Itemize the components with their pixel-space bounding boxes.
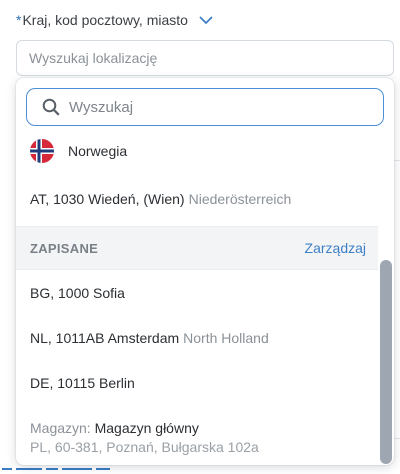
location-label-text: Kraj, kod pocztowy, miasto [22, 12, 188, 28]
dropdown-list: Norwegia AT, 1030 Wiedeń, (Wien) Niederö… [16, 130, 378, 465]
location-field-label: * Kraj, kod pocztowy, miasto [16, 12, 214, 28]
location-region-text: Niederösterreich [188, 191, 292, 207]
saved-location-item[interactable]: BG, 1000 Sofia [16, 270, 378, 315]
dropdown-search-input[interactable] [69, 95, 349, 119]
search-icon [41, 97, 61, 117]
saved-section-title: ZAPISANE [30, 240, 99, 256]
chevron-down-icon[interactable] [198, 12, 214, 28]
required-mark: * [16, 12, 22, 28]
warehouse-address: PL, 60-381, Poznań, Bułgarska 102a [30, 438, 259, 455]
scrollbar-thumb[interactable] [380, 260, 392, 464]
location-main-text: BG, 1000 Sofia [30, 284, 125, 301]
background-divider [394, 160, 400, 161]
location-main-text: NL, 1011AB Amsterdam [30, 329, 180, 346]
location-dropdown: Norwegia AT, 1030 Wiedeń, (Wien) Niederö… [16, 78, 394, 465]
list-item-norway[interactable]: Norwegia [16, 130, 378, 172]
saved-section-header: ZAPISANE Zarządzaj [16, 226, 378, 270]
dropdown-search-box[interactable] [26, 88, 384, 126]
list-item-location[interactable]: AT, 1030 Wiedeń, (Wien) Niederösterreich [16, 172, 378, 226]
warehouse-title: Magazyn: Magazyn główny [30, 420, 199, 436]
warehouse-name: Magazyn główny [94, 419, 199, 436]
warehouse-prefix: Magazyn: [30, 419, 91, 436]
location-main-text: AT, 1030 Wiedeń, (Wien) [30, 191, 185, 207]
saved-location-item[interactable]: NL, 1011AB Amsterdam North Holland [16, 315, 378, 360]
norway-flag-icon [30, 139, 54, 163]
location-region-text: North Holland [183, 329, 269, 346]
location-search-input[interactable] [16, 40, 394, 76]
warehouse-item[interactable]: Magazyn: Magazyn główny PL, 60-381, Pozn… [16, 405, 378, 465]
dropdown-scrollbar [380, 130, 392, 465]
manage-saved-link[interactable]: Zarządzaj [305, 240, 366, 256]
location-main-text: DE, 10115 Berlin [30, 374, 135, 391]
list-item-label: Norwegia [68, 143, 128, 159]
background-divider [394, 438, 400, 439]
saved-location-item[interactable]: DE, 10115 Berlin [16, 360, 378, 405]
